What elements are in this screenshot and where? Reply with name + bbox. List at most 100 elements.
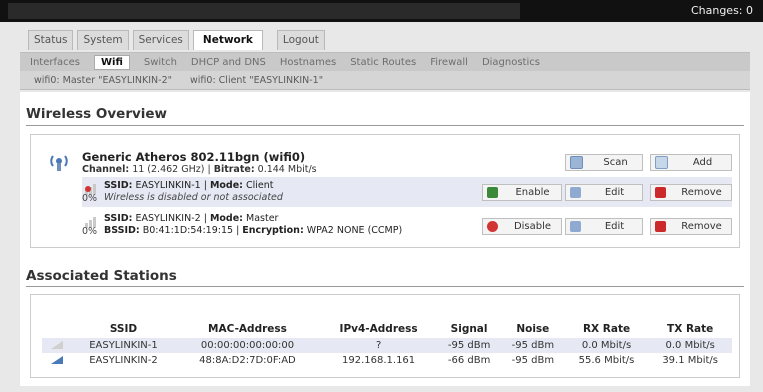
- cell-signal: -66 dBm: [447, 355, 491, 366]
- content-area: Wireless Overview Generic Atheros 802.11…: [20, 92, 750, 386]
- add-icon: [655, 156, 668, 169]
- column-header-noise: Noise: [516, 323, 550, 335]
- remove-icon: [655, 221, 666, 232]
- cell-mac: 00:00:00:00:00:00: [174, 338, 320, 353]
- field-separator: |: [203, 180, 207, 191]
- cell-rx-rate: 55.6 Mbit/s: [578, 355, 635, 366]
- mode-value: Client: [246, 180, 274, 191]
- signal-strength-icon: [51, 356, 63, 364]
- tab-network[interactable]: Network: [192, 30, 263, 50]
- cell-tx-rate: 0.0 Mbit/s: [648, 338, 732, 353]
- bssid-value: B0:41:1D:54:19:15: [142, 225, 234, 236]
- radio-name: Generic Atheros 802.11bgn (wifi0): [82, 150, 306, 164]
- cell-noise: -95 dBm: [511, 355, 555, 366]
- enable-button[interactable]: Enable: [482, 184, 562, 201]
- bssid-label: BSSID:: [104, 225, 140, 236]
- scan-icon: [570, 156, 583, 169]
- channel-label: Channel:: [82, 164, 130, 175]
- signal-none-icon: [51, 341, 63, 349]
- cell-tx-rate: 39.1 Mbit/s: [662, 355, 719, 366]
- add-label: Add: [692, 157, 713, 168]
- overview-divider: [26, 125, 744, 126]
- subtab-interfaces[interactable]: Interfaces: [30, 57, 80, 68]
- bitrate-label: Bitrate:: [213, 164, 255, 175]
- edit-icon: [570, 187, 581, 198]
- scan-button[interactable]: Scan: [565, 154, 643, 171]
- wifi-radio-icon: [50, 155, 68, 171]
- edit-icon: [570, 221, 581, 232]
- subtab-switch[interactable]: Switch: [144, 57, 177, 68]
- title-strip: [8, 3, 520, 19]
- edit-label: Edit: [604, 221, 625, 232]
- channel-value: 11 (2.462 GHz): [132, 164, 205, 175]
- tab-services[interactable]: Services: [132, 30, 189, 50]
- station-signal-cell: [42, 338, 72, 353]
- cell-ssid: EASYLINKIN-1: [72, 338, 175, 353]
- disable-button[interactable]: Disable: [482, 218, 562, 235]
- wifi-tab-client[interactable]: wifi0: Client "EASYLINKIN-1": [190, 75, 323, 86]
- remove-button-1[interactable]: Remove: [650, 184, 732, 201]
- tab-logout[interactable]: Logout: [276, 30, 325, 50]
- cell-ipv4: ?: [319, 338, 438, 353]
- main-tabs: Status System Services Network Logout: [28, 30, 325, 50]
- remove-label: Remove: [681, 221, 722, 232]
- bitrate-value: 0.144 Mbit/s: [257, 164, 317, 175]
- ssid-label: SSID:: [104, 180, 133, 191]
- remove-button-2[interactable]: Remove: [650, 218, 732, 235]
- info-separator: |: [207, 164, 211, 175]
- add-button[interactable]: Add: [650, 154, 732, 171]
- scan-label: Scan: [603, 157, 628, 168]
- ssid-value: EASYLINKIN-1: [135, 180, 201, 191]
- cell-noise: -95 dBm: [500, 338, 565, 353]
- associated-stations-title: Associated Stations: [26, 268, 177, 284]
- cell-ipv4: 192.168.1.161: [342, 355, 416, 366]
- column-header-ssid: SSID: [109, 323, 138, 335]
- edit-button-1[interactable]: Edit: [565, 184, 643, 201]
- cell-ssid: EASYLINKIN-2: [89, 355, 158, 366]
- mode-label: Mode:: [209, 213, 243, 224]
- column-header-signal: Signal: [450, 323, 488, 335]
- remove-icon: [655, 187, 666, 198]
- enable-icon: [487, 187, 498, 198]
- tab-system[interactable]: System: [77, 30, 129, 50]
- subtab-hostnames[interactable]: Hostnames: [280, 57, 336, 68]
- radio-info: Channel: 11 (2.462 GHz) | Bitrate: 0.144…: [82, 164, 317, 175]
- field-separator: |: [236, 225, 240, 236]
- subtab-dhcp-dns[interactable]: DHCP and DNS: [191, 57, 266, 68]
- cell-mac: 48:8A:D2:7D:0F:AD: [199, 355, 296, 366]
- cell-signal: -95 dBm: [437, 338, 501, 353]
- edit-button-2[interactable]: Edit: [565, 218, 643, 235]
- signal-column-header: [42, 320, 72, 338]
- subtab-diagnostics[interactable]: Diagnostics: [482, 57, 540, 68]
- subtab-static-routes[interactable]: Static Routes: [350, 57, 416, 68]
- table-row: EASYLINKIN-2 48:8A:D2:7D:0F:AD 192.168.1…: [42, 353, 732, 368]
- changes-counter[interactable]: Changes: 0: [691, 4, 753, 17]
- enable-label: Enable: [515, 187, 550, 198]
- edit-label: Edit: [604, 187, 625, 198]
- stations-table: SSID MAC-Address IPv4-Address Signal Noi…: [42, 320, 732, 368]
- subtab-wifi[interactable]: Wifi: [93, 54, 130, 70]
- signal-percent: 0%: [82, 226, 98, 237]
- network-summary: SSID: EASYLINKIN-2 | Mode: Master: [104, 213, 278, 224]
- encryption-label: Encryption:: [242, 225, 304, 236]
- column-header-mac: MAC-Address: [208, 323, 287, 335]
- subtab-firewall[interactable]: Firewall: [430, 57, 468, 68]
- disable-label: Disable: [513, 221, 552, 232]
- network-summary: SSID: EASYLINKIN-1 | Mode: Client: [104, 180, 274, 191]
- disable-icon: [487, 221, 498, 232]
- column-header-tx-rate: TX Rate: [667, 323, 714, 335]
- station-signal-cell: [42, 353, 72, 368]
- column-header-ipv4: IPv4-Address: [339, 323, 418, 335]
- ssid-label: SSID:: [104, 213, 133, 224]
- wifi-tab-master[interactable]: wifi0: Master "EASYLINKIN-2": [34, 75, 172, 86]
- mode-value: Master: [246, 213, 279, 224]
- field-separator: |: [203, 213, 207, 224]
- column-header-rx-rate: RX Rate: [582, 323, 631, 335]
- ssid-value: EASYLINKIN-2: [135, 213, 201, 224]
- tab-status[interactable]: Status: [28, 30, 74, 50]
- top-bar: Changes: 0: [0, 0, 763, 22]
- network-status-text: Wireless is disabled or not associated: [104, 192, 283, 203]
- tab-spacer: [267, 30, 273, 50]
- table-row: EASYLINKIN-1 00:00:00:00:00:00 ? -95 dBm…: [42, 338, 732, 353]
- wireless-overview-title: Wireless Overview: [26, 106, 168, 122]
